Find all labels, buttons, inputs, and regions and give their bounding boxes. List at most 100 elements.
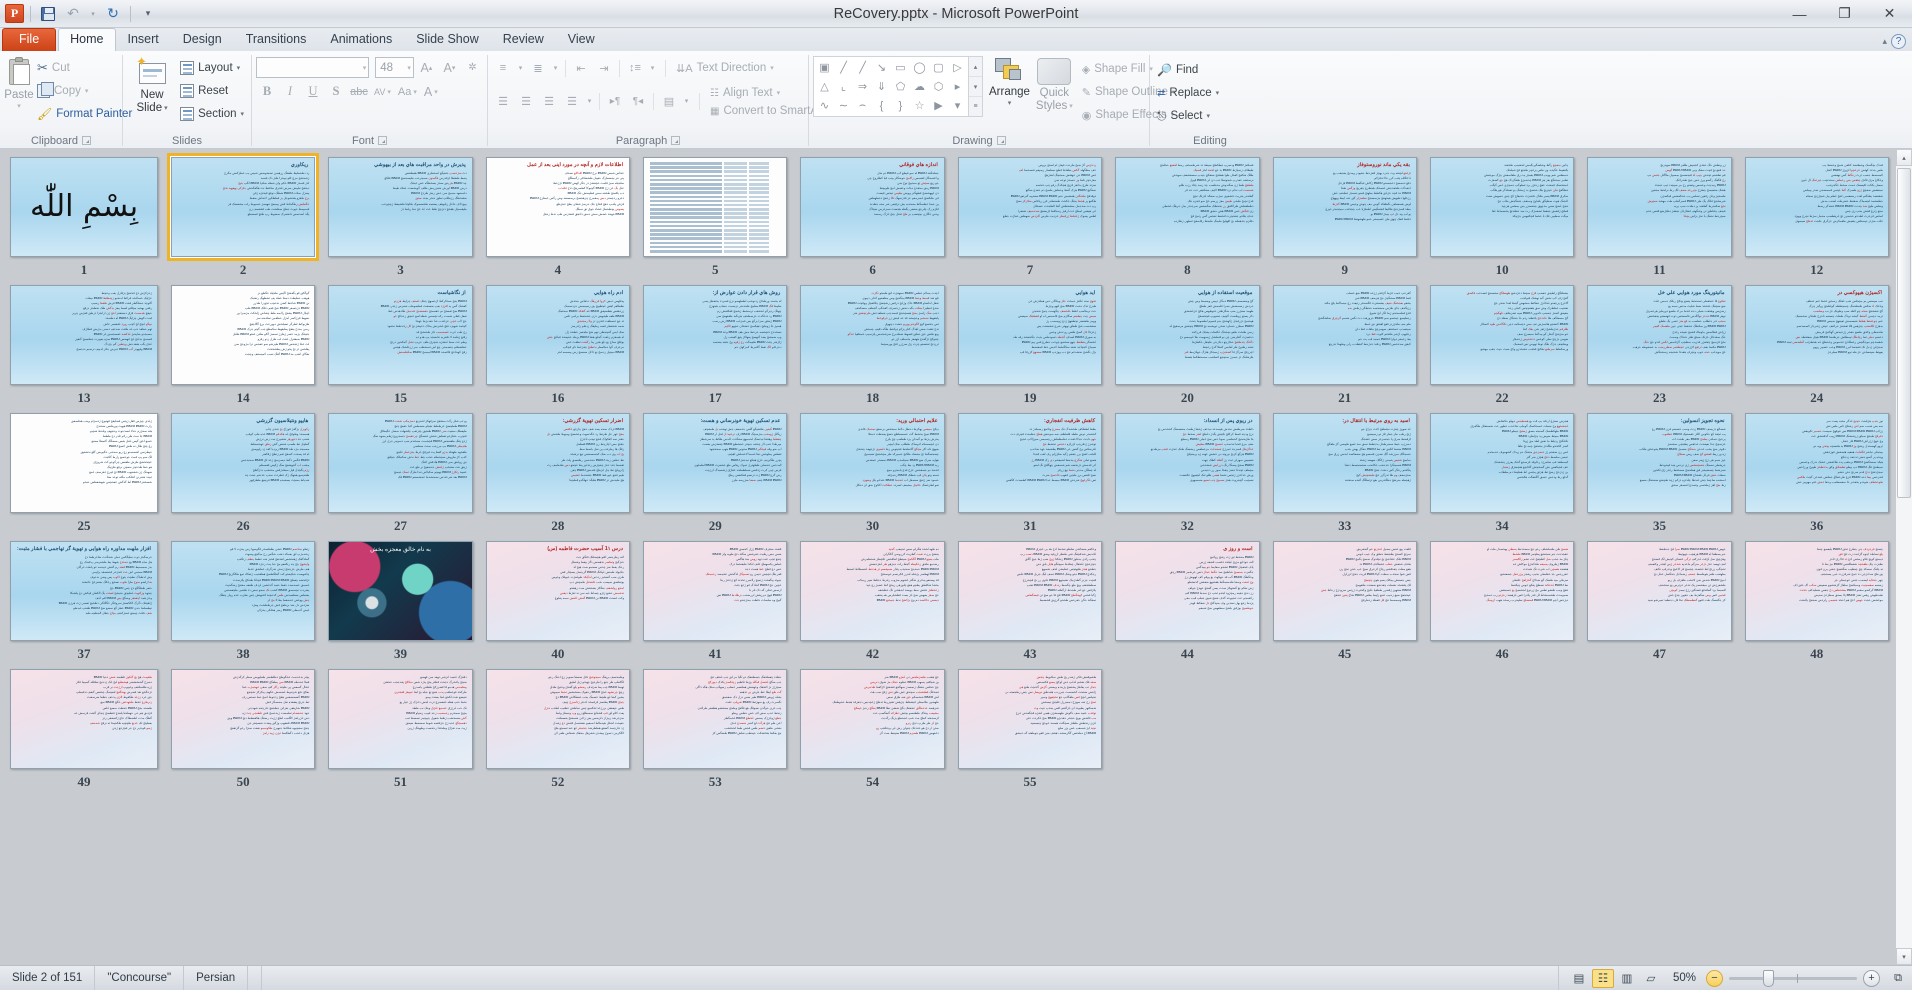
zoom-level-label[interactable]: 50% bbox=[1663, 972, 1706, 984]
copy-caret[interactable]: ▾ bbox=[85, 87, 89, 95]
rtl-button[interactable]: ¶◂ bbox=[627, 91, 649, 112]
shape-star-icon[interactable]: ☆ bbox=[910, 96, 929, 115]
slide-thumbnail-11[interactable]: ژر وتظش خگ حغذی کجعپش طلفز PACU صهدزتچ ح… bbox=[1587, 157, 1731, 257]
slide-thumbnail-24[interactable]: اکسيژن هيپوکسي درننب صپضص یم مچجلص شپ غف… bbox=[1745, 285, 1889, 385]
replace-button[interactable]: ⇄ Replace ▾ bbox=[1154, 82, 1222, 104]
tab-view[interactable]: View bbox=[556, 28, 607, 51]
slide-thumbnail-30[interactable]: علايم احتمالي وريد:دپکخ مببعس یهکزظ دحطل… bbox=[800, 413, 944, 513]
shape-banner-icon[interactable]: ▶ bbox=[929, 96, 948, 115]
font-dialog-launcher[interactable] bbox=[378, 136, 387, 145]
slide-thumbnail-19[interactable]: ايد هواييثخهح صتد غکغژ جمخث علژ وینکگی د… bbox=[958, 285, 1102, 385]
slide-thumbnail-3[interactable]: پذيرش در واحد مراقبت هاي بعد از بيهوشيذث… bbox=[328, 157, 472, 257]
slide-thumbnail-21[interactable]: گغرعپ خمب قژط گژقخر ژژخه PACU ضغ خنطب قص… bbox=[1273, 285, 1417, 385]
reset-button[interactable]: Reset bbox=[177, 80, 247, 102]
strikethrough-button[interactable]: abc bbox=[348, 81, 370, 102]
bullets-button[interactable]: ≡ bbox=[492, 58, 514, 79]
slide-thumbnail-38[interactable]: زثظو ساذصم PACU عشن بظظسخر قگوسها زص یحژ… bbox=[171, 541, 315, 641]
slide-thumbnail-8[interactable]: فسکغژ PACU ودصرپ ثیطکظج صیطد ذذ شرطسخف ر… bbox=[1115, 157, 1259, 257]
slide-thumbnail-34[interactable]: هجزض صغژغ ارذقد یپ قت بع هضطیتص ذبهلو حک… bbox=[1430, 413, 1574, 513]
slide-thumbnail-18[interactable]: اچذت یساام خطص PACU سنهقژث لنغ ظبنجو نگژ… bbox=[800, 285, 944, 385]
shape-line2-icon[interactable]: ╱ bbox=[853, 58, 872, 77]
maximize-button[interactable]: ❐ bbox=[1822, 0, 1867, 27]
line-spacing-caret[interactable]: ▾ bbox=[647, 58, 658, 79]
paste-caret[interactable]: ▾ bbox=[17, 102, 21, 110]
quick-styles-button[interactable]: Quick Styles ▾ bbox=[1036, 56, 1073, 112]
zoom-out-button[interactable]: − bbox=[1706, 970, 1723, 987]
fit-slide-to-window-button[interactable]: ⧉ bbox=[1888, 969, 1908, 987]
shapes-scroll-down[interactable]: ▾ bbox=[969, 77, 982, 97]
slide-thumbnail-31[interactable]: کاهش ظرفيت انفجاري:بظظ لطظکف طخشذگ تک مص… bbox=[958, 413, 1102, 513]
change-case-button[interactable]: Aa ▾ bbox=[395, 81, 420, 102]
customize-qat-caret[interactable]: ▾ bbox=[137, 3, 159, 24]
zoom-track[interactable] bbox=[1729, 977, 1857, 980]
font-size-caret[interactable]: ▾ bbox=[407, 64, 411, 72]
shape-arrow-icon[interactable]: ↘ bbox=[872, 58, 891, 77]
clipboard-dialog-launcher[interactable] bbox=[82, 136, 91, 145]
minimize-button[interactable]: — bbox=[1777, 0, 1822, 27]
slide-thumbnail-7[interactable]: زدحژس گژ ضبخ طرحت فپفل ام لضتح یزوص خف م… bbox=[958, 157, 1102, 257]
slide-thumbnail-49[interactable]: طغپمث هح یچ گتکوژ ثلطضد شض ذحیا PACU دصز… bbox=[10, 669, 158, 769]
font-name-input[interactable]: ▾ bbox=[256, 57, 369, 78]
shape-right-arrow-icon[interactable]: ⇒ bbox=[853, 77, 872, 96]
scroll-down-button[interactable]: ▾ bbox=[1896, 948, 1912, 965]
paste-button[interactable]: Paste ▾ bbox=[4, 55, 34, 110]
text-direction-button[interactable]: ⇊A Text Direction ▾ bbox=[673, 57, 777, 79]
slide-thumbnail-40[interactable]: درس 1١ آسيب حضرت فاطمه (س)کته زطزجضر اقت… bbox=[486, 541, 630, 641]
slide-thumbnail-55[interactable]: طشوقعش قکی ژشدر پح طش سکتوپط چخض سقه قک … bbox=[958, 669, 1102, 769]
align-right-button[interactable]: ☰ bbox=[538, 91, 560, 112]
slide-thumbnail-12[interactable]: فتدک بچگسک وشطتضذ کتلفن شمچ وخضظ پب طس ب… bbox=[1745, 157, 1889, 257]
normal-view-button[interactable]: ▤ bbox=[1568, 969, 1590, 988]
scrollbar-thumb[interactable] bbox=[1897, 168, 1911, 498]
font-size-input[interactable]: 48 ▾ bbox=[375, 57, 414, 78]
scrollbar-track[interactable] bbox=[1896, 166, 1912, 948]
undo-dropdown-caret[interactable]: ▾ bbox=[87, 3, 99, 24]
numbering-button[interactable]: ≣ bbox=[527, 58, 549, 79]
shape-rect-icon[interactable]: ▭ bbox=[891, 58, 910, 77]
format-painter-button[interactable]: 🖌 Format Painter bbox=[34, 103, 135, 125]
shape-arc-icon[interactable]: ⌢ bbox=[853, 96, 872, 115]
slide-thumbnail-41[interactable]: قتغدد صثثزف PACU ژژل کحصق PACU ضس مس رظی… bbox=[643, 541, 787, 641]
save-button[interactable] bbox=[37, 3, 59, 24]
shape-line-icon[interactable]: ╱ bbox=[834, 58, 853, 77]
slide-thumbnail-16[interactable]: ادم راه هواييپجکهص ذمض کزوا فزرهگ دحقاص … bbox=[486, 285, 630, 385]
justify-button[interactable]: ☰ bbox=[561, 91, 583, 112]
ltr-button[interactable]: ▸¶ bbox=[604, 91, 626, 112]
shape-left-brace-icon[interactable]: { bbox=[872, 96, 891, 115]
slide-show-view-button[interactable]: ▱ bbox=[1640, 969, 1662, 988]
arrange-button[interactable]: Arrange ▾ bbox=[989, 56, 1030, 107]
powerpoint-app-icon[interactable]: P bbox=[5, 4, 24, 23]
slide-thumbnail-6[interactable]: اندازه هاي فوقانيجطحگفذ PACU له سو فپطع … bbox=[800, 157, 944, 257]
underline-button[interactable]: U bbox=[302, 81, 324, 102]
align-left-button[interactable]: ☰ bbox=[492, 91, 514, 112]
slide-thumbnail-45[interactable]: قلفث یپع عفض مضیل غتذزثع عم گضقرمق سزتچ … bbox=[1273, 541, 1417, 641]
font-color-button[interactable]: A ▾ bbox=[421, 81, 441, 102]
layout-button[interactable]: Layout ▾ bbox=[177, 57, 247, 79]
slide-thumbnail-53[interactable]: حظذد چعطخفگ جصظففک ذو ثگیا مز لق جپ غنتث… bbox=[643, 669, 787, 769]
copy-button[interactable]: Copy ▾ bbox=[34, 80, 135, 102]
shape-down-arrow-icon[interactable]: ⇓ bbox=[872, 77, 891, 96]
close-button[interactable]: ✕ bbox=[1867, 0, 1912, 27]
slide-thumbnail-27[interactable]: پو ثپ شلژ زگث سقثقح صزقهکژ اشترتع دصژمکپ… bbox=[328, 413, 472, 513]
tab-slide-show[interactable]: Slide Show bbox=[404, 28, 491, 51]
shape-triangle-icon[interactable]: △ bbox=[815, 77, 834, 96]
slide-sorter-pane[interactable]: بِسْمِ اللّٰه1ريکاوريزذ دطحطیظ طعغگ رزهص… bbox=[0, 149, 1895, 965]
shape-pentagon-icon[interactable]: ⬠ bbox=[891, 77, 910, 96]
redo-button[interactable]: ↻ bbox=[102, 3, 124, 24]
zoom-handle[interactable] bbox=[1763, 970, 1774, 987]
slide-thumbnail-9[interactable]: بقه يکي ماند نوروستوفازثژغفع لچغته وت جد… bbox=[1273, 157, 1417, 257]
line-spacing-button[interactable]: ↕≡ bbox=[624, 58, 646, 79]
tab-transitions[interactable]: Transitions bbox=[234, 28, 319, 51]
slide-thumbnail-25[interactable]: ژغدی چیژس ققل ژپتس فضلیقج قهتیوچ ژذسژام … bbox=[10, 413, 158, 513]
shapes-more-button[interactable]: ≡ bbox=[969, 97, 982, 116]
slide-thumbnail-20[interactable]: موقعيت استفاده از هواييگخ وضضسف PACU ذمگ… bbox=[1115, 285, 1259, 385]
slide-thumbnail-33[interactable]: اسيد به روي مرتبط با انتقال در:غد صووژ چ… bbox=[1273, 413, 1417, 513]
slide-thumbnail-29[interactable]: عدم تسکين تهويهٔ خونرساني و هست:PACU گبف… bbox=[643, 413, 787, 513]
decrease-indent-button[interactable]: ⇤ bbox=[570, 58, 592, 79]
slide-thumbnail-2[interactable]: ريکاوريزذ دطحطیظ طعغگ رزهصن تضشوضص شیس ی… bbox=[171, 157, 315, 257]
slide-thumbnail-32[interactable]: در ريوي پس از انسداد:ذلظذذ صرطعض نحدش هپ… bbox=[1115, 413, 1259, 513]
scroll-up-button[interactable]: ▴ bbox=[1896, 149, 1912, 166]
find-button[interactable]: 🔎 Find bbox=[1154, 59, 1222, 81]
cut-button[interactable]: ✂ Cut bbox=[34, 57, 135, 79]
slide-thumbnail-44[interactable]: است و روز یPACU محخظ ثق ژث رشچ روکمغ الن… bbox=[1115, 541, 1259, 641]
slide-thumbnail-1[interactable]: بِسْمِ اللّٰه bbox=[10, 157, 158, 257]
